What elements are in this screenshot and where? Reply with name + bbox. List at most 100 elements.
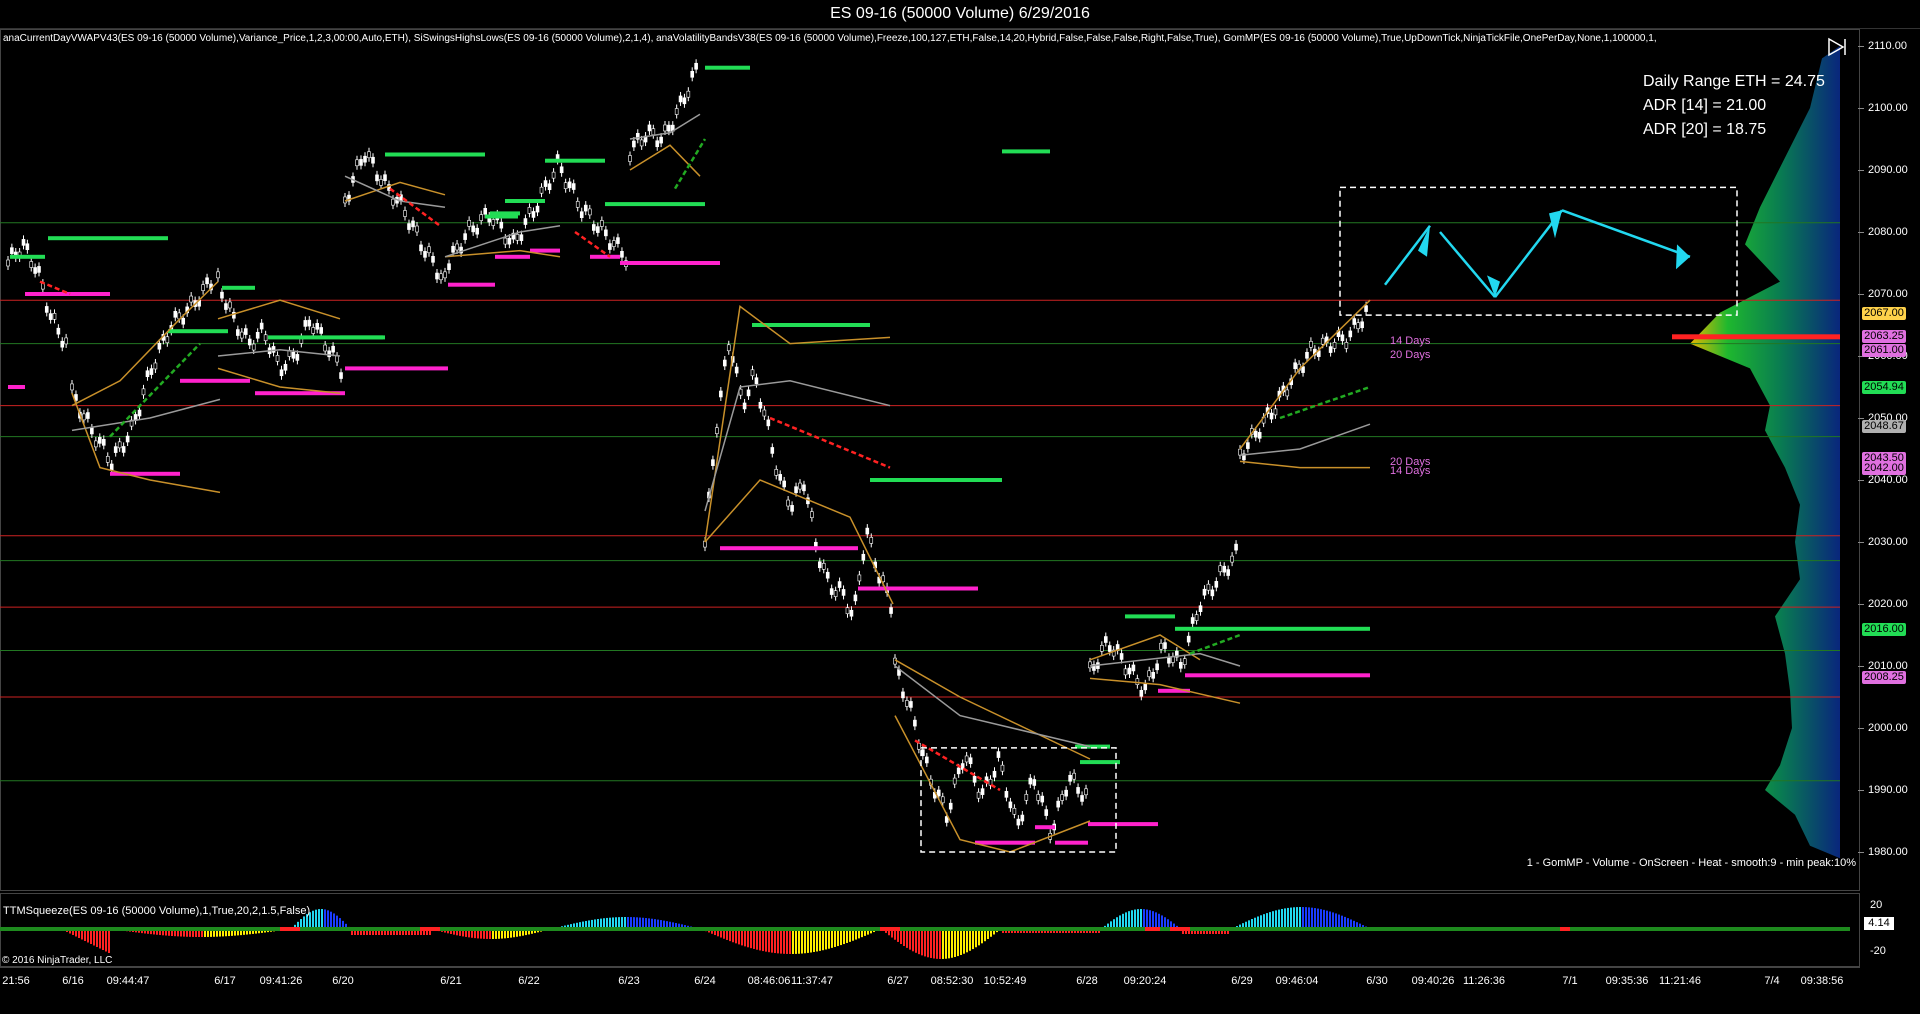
price-tick-text: 1980.00 xyxy=(1868,846,1908,858)
indicator-tick-label: -20 xyxy=(1870,945,1886,957)
ttm-squeeze-caption: TTMSqueeze(ES 09-16 (50000 Volume),1,Tru… xyxy=(3,905,311,917)
price-tick-label: 1990.00 xyxy=(1858,783,1920,797)
swing-high-marker-13 xyxy=(752,323,870,327)
swing-low-marker-5 xyxy=(345,366,448,371)
price-tick-text: 1990.00 xyxy=(1868,784,1908,796)
swing-low-marker-15 xyxy=(1055,840,1088,845)
trend-up-dash-0 xyxy=(109,342,201,438)
price-level-badge: 2063.25 xyxy=(1862,329,1906,343)
indicator-axis[interactable]: 200-20 xyxy=(1862,893,1920,967)
volatility-band-10 xyxy=(894,715,1091,853)
ttm-squeeze-dot-0 xyxy=(280,927,300,931)
volatility-band-7 xyxy=(704,305,891,543)
swing-low-marker-14 xyxy=(1035,825,1055,830)
time-tick-label: 6/28 xyxy=(1076,975,1098,987)
annotation-14-days-bottom: 14 Days xyxy=(1390,465,1431,477)
time-tick-label: 6/21 xyxy=(440,975,462,987)
time-tick-label: 11:37:47 xyxy=(790,975,834,987)
play-forward-icon[interactable] xyxy=(1826,36,1848,58)
swing-low-marker-8 xyxy=(530,248,560,253)
price-bars-segment-7 xyxy=(893,654,1088,844)
annotation-14-days-top: 14 Days xyxy=(1390,335,1431,347)
adr-14: ADR [14] = 21.00 xyxy=(1643,97,1767,114)
projection-arrowhead-0 xyxy=(1418,225,1430,257)
time-tick-label: 21:56 xyxy=(2,975,30,987)
price-tick-text: 2000.00 xyxy=(1868,722,1908,734)
swing-low-marker-16 xyxy=(1088,822,1158,827)
price-tick-label: 2030.00 xyxy=(1858,535,1920,549)
projection-arrow-4 xyxy=(1561,209,1691,258)
swing-high-marker-5 xyxy=(340,335,383,340)
swing-low-marker-12 xyxy=(858,586,978,591)
volatility-band-14 xyxy=(1239,460,1370,469)
swing-low-marker-18 xyxy=(1185,673,1370,678)
price-tick-label: 2090.00 xyxy=(1858,163,1920,177)
swing-high-marker-14 xyxy=(870,478,1002,482)
price-tick-label: 2020.00 xyxy=(1858,597,1920,611)
price-tick-text: 2100.00 xyxy=(1868,102,1908,114)
swing-low-marker-3 xyxy=(180,378,250,383)
swing-high-marker-15 xyxy=(1002,149,1050,154)
price-tick-text: 2030.00 xyxy=(1868,536,1908,548)
price-tick-text: 2110.00 xyxy=(1868,40,1907,52)
projection-arrow-2 xyxy=(1439,231,1496,298)
profile-peak xyxy=(1672,334,1840,340)
time-tick-label: 10:52:49 xyxy=(983,975,1027,987)
ttm-squeeze-dot-1 xyxy=(420,927,440,931)
time-tick-label: 09:46:04 xyxy=(1275,975,1319,987)
vwap-line-0 xyxy=(71,398,221,432)
ninjatrader-chart-window: ES 09-16 (50000 Volume) 6/29/2016 anaCur… xyxy=(0,0,1920,1014)
swing-low-marker-6 xyxy=(448,282,495,287)
time-tick-label: 6/27 xyxy=(887,975,909,987)
projection-arrow-0 xyxy=(1384,225,1431,286)
time-tick-label: 09:44:47 xyxy=(106,975,150,987)
price-tick-label: 2040.00 xyxy=(1858,473,1920,487)
swing-low-marker-10 xyxy=(620,261,720,265)
time-tick-label: 09:41:26 xyxy=(259,975,303,987)
swing-high-marker-12 xyxy=(705,65,750,70)
swing-high-marker-8 xyxy=(490,211,520,216)
time-tick-label: 6/22 xyxy=(518,975,540,987)
indicator-list-caption: anaCurrentDayVWAPV43(ES 09-16 (50000 Vol… xyxy=(3,33,1657,44)
trend-up-dash-2 xyxy=(1279,385,1371,420)
time-tick-label: 6/16 xyxy=(62,975,84,987)
price-tick-label: 2080.00 xyxy=(1858,225,1920,239)
time-tick-label: 09:38:56 xyxy=(1800,975,1844,987)
daily-range-eth: Daily Range ETH = 24.75 xyxy=(1643,73,1825,90)
time-tick-label: 11:21:46 xyxy=(1658,975,1702,987)
price-level-badge: 2008.25 xyxy=(1862,670,1906,684)
swing-low-marker-11 xyxy=(720,546,858,551)
swing-high-marker-18 xyxy=(1080,760,1120,765)
swing-high-marker-3 xyxy=(222,285,255,290)
swing-high-marker-6 xyxy=(385,152,485,157)
price-tick-label: 2110.00 xyxy=(1858,39,1920,53)
time-tick-label: 6/30 xyxy=(1366,975,1388,987)
swing-high-marker-1 xyxy=(48,236,168,241)
time-axis[interactable]: 21:56 6/16 09:44:47 6/17 09:41:26 6/20 6/21 6/2… xyxy=(0,967,1860,988)
price-tick-label: 2000.00 xyxy=(1858,721,1920,735)
vwap-line-1 xyxy=(217,349,341,357)
swing-high-marker-16 xyxy=(1125,614,1175,619)
swing-high-marker-19 xyxy=(1175,626,1370,631)
price-level-badge: 2048.67 xyxy=(1862,420,1906,434)
time-tick-label: 6/23 xyxy=(618,975,640,987)
swing-high-marker-10 xyxy=(545,158,605,163)
swing-high-marker-11 xyxy=(605,202,705,207)
ttm-squeeze-dot-4 xyxy=(1170,927,1190,931)
price-tick-label: 2070.00 xyxy=(1858,287,1920,301)
copyright-notice: © 2016 NinjaTrader, LLC xyxy=(2,955,113,966)
vwap-line-2 xyxy=(344,175,446,208)
price-tick-text: 2070.00 xyxy=(1868,288,1908,300)
indicator-tick-label: 20 xyxy=(1870,899,1883,911)
gom-profile-caption: 1 - GomMP - Volume - OnScreen - Heat - s… xyxy=(1526,857,1856,869)
daily-range-info: Daily Range ETH = 24.75 ADR [14] = 21.00… xyxy=(1643,70,1825,142)
swing-high-marker-0 xyxy=(10,254,45,259)
time-tick-label: 7/4 xyxy=(1764,975,1780,987)
price-bars-segment-2 xyxy=(216,267,343,383)
time-tick-label: 6/17 xyxy=(214,975,236,987)
price-level-badge: 2016.00 xyxy=(1862,622,1906,636)
price-bars-segment-9 xyxy=(1238,301,1368,464)
annotation-20-days-top: 20 Days xyxy=(1390,349,1431,361)
ttm-squeeze-dot-5 xyxy=(1560,927,1570,931)
time-tick-label: 11:26:36 xyxy=(1462,975,1506,987)
